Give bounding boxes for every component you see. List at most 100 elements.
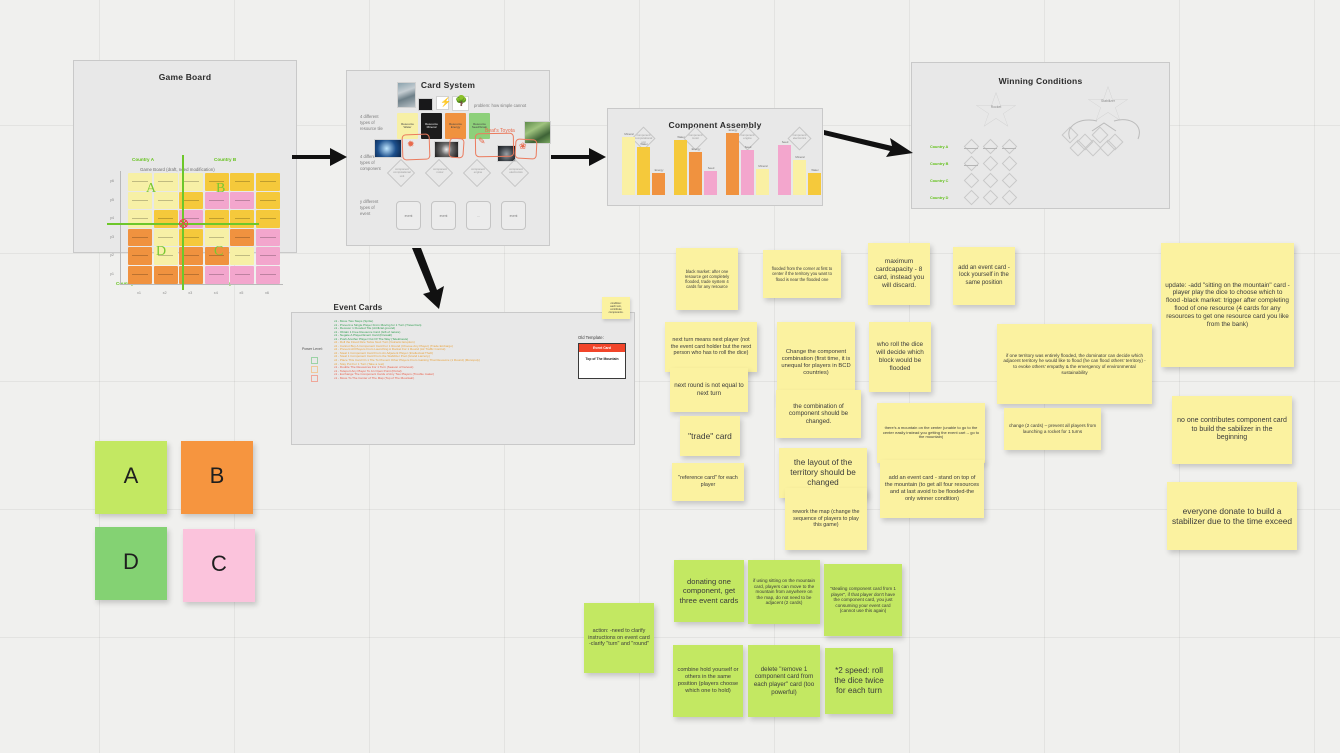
winning-condition-slot[interactable]: [982, 172, 999, 189]
winning-condition-slot[interactable]: [982, 189, 999, 206]
game-board-tile[interactable]: [128, 247, 152, 265]
game-board-tile[interactable]: [230, 173, 255, 191]
sticky-note[interactable]: "trade" card: [680, 416, 740, 456]
letter-note-b[interactable]: B: [181, 441, 253, 514]
game-board-x-tick: x2: [162, 291, 167, 295]
sticky-note[interactable]: if one territory was entirely flooded, t…: [997, 324, 1152, 404]
sticky-note[interactable]: *2 speed: roll the dice twice for each t…: [825, 648, 893, 714]
frame-event-cards[interactable]: Power Level: x1 - Move Two Steps (Sprite…: [291, 312, 635, 445]
assembly-resource-bar-label: Mineral: [624, 132, 634, 136]
game-board-tile[interactable]: [256, 228, 280, 247]
game-board-y-tick: y5: [110, 197, 115, 202]
winning-condition-country-label: Country D: [930, 196, 949, 200]
game-board-country-b: Country B: [214, 157, 237, 162]
sticky-note[interactable]: the combination of component should be c…: [776, 390, 861, 438]
sticky-note[interactable]: maximum cardcapacity - 8 card, instead y…: [868, 243, 930, 305]
sticky-note[interactable]: "reference card" for each player: [672, 463, 744, 501]
assembly-resource-bar: [726, 133, 739, 195]
card-system-event-card[interactable]: ...: [466, 201, 491, 230]
game-board-x-tick: x1: [137, 291, 142, 295]
assembly-resource-bar-label: Mineral: [758, 164, 768, 168]
game-board-tile[interactable]: [256, 210, 280, 228]
frame-game-board[interactable]: Game Board Country A Country B Country C…: [73, 60, 297, 295]
winning-condition-slot[interactable]: [982, 138, 999, 155]
game-board-tile[interactable]: [153, 266, 178, 284]
game-board-tile[interactable]: [230, 228, 255, 247]
game-board-tile[interactable]: [230, 266, 255, 284]
assembly-resource-bar-label: Water: [640, 142, 648, 146]
sticky-note[interactable]: black market: after one resource get com…: [676, 248, 738, 310]
winning-condition-slot[interactable]: [1001, 138, 1018, 155]
game-board-tile[interactable]: [128, 266, 152, 284]
sketch-scribble-2: ✎: [478, 136, 486, 146]
game-board-tile[interactable]: [230, 191, 255, 210]
game-board-y-tick: y6: [110, 179, 115, 183]
assembly-resource-bar-label: Energy: [691, 147, 701, 151]
sticky-note[interactable]: update: -add "sitting on the mountain" c…: [1161, 243, 1294, 367]
resource-tile-label: Resource Mineral: [425, 121, 438, 130]
sketch-scribble-1: ✹: [407, 139, 415, 149]
sticky-note[interactable]: if using sitting on the mountain card, p…: [748, 560, 820, 624]
game-board-tile[interactable]: [204, 266, 229, 284]
sticky-note[interactable]: add an event card - lock yourself in the…: [953, 247, 1015, 305]
power-level-box-red: [311, 375, 318, 382]
winning-condition-slot[interactable]: [1001, 155, 1018, 172]
winning-condition-slot[interactable]: [1001, 172, 1018, 189]
card-system-resource-tile[interactable]: Resource Energy: [445, 113, 466, 139]
tree-icon: 🌳: [455, 96, 468, 107]
frame-winning-conditions[interactable]: Winning Conditions Rocket Stabilizer Cou…: [911, 62, 1170, 209]
event-cards-old-template-card[interactable]: Event Card Top of The Mountain: [578, 343, 626, 379]
frame-component-assembly[interactable]: Component Assembly component computation…: [607, 108, 823, 206]
sticky-note[interactable]: add an event card - stand on top of the …: [880, 460, 984, 518]
card-system-thumb-stationary: [418, 98, 433, 111]
game-board-center-marker: [179, 219, 188, 228]
winning-condition-slot[interactable]: [963, 155, 980, 172]
letter-note-d[interactable]: D: [95, 527, 167, 600]
winning-condition-slot[interactable]: [963, 138, 980, 155]
sticky-note[interactable]: flooded from the corner at first to cent…: [763, 250, 841, 298]
note-event-condition[interactable]: condition: each turn, contribute compone…: [602, 297, 630, 319]
sticky-note[interactable]: there's a mountain on the center (unable…: [877, 403, 985, 463]
card-system-event-card[interactable]: event: [396, 201, 421, 230]
sticky-note[interactable]: delete "remove 1 component card from eac…: [748, 645, 820, 717]
winning-condition-country-label: Country C: [930, 179, 949, 183]
game-board-tile[interactable]: [128, 210, 152, 228]
letter-note-a[interactable]: A: [95, 441, 167, 514]
game-board-tile[interactable]: [153, 191, 178, 210]
game-board-y-tick: y2: [110, 253, 115, 258]
game-board-tile[interactable]: [256, 173, 280, 191]
game-board-tile[interactable]: [153, 173, 178, 191]
sticky-note[interactable]: action: -need to clarify instructions on…: [584, 603, 654, 673]
sticky-note[interactable]: everyone donate to build a stabilizer du…: [1167, 482, 1297, 550]
game-board-tile[interactable]: [128, 228, 152, 247]
frame-card-system[interactable]: Card System 4 different types of resourc…: [346, 70, 551, 246]
game-board-letter-b: B: [216, 181, 226, 196]
whiteboard-canvas[interactable]: Game Board Country A Country B Country C…: [0, 0, 1340, 753]
sticky-note[interactable]: next round is not equal to next turn: [670, 368, 748, 412]
event-card-line: x1 - Move To The Center of The Map (Top …: [334, 375, 415, 380]
game-board-tile[interactable]: [256, 191, 280, 210]
sticky-note[interactable]: donating one component, get three event …: [674, 560, 744, 622]
sticky-note[interactable]: change (2 cards) – prevent all players f…: [1004, 408, 1101, 450]
letter-note-c[interactable]: C: [183, 529, 255, 602]
game-board-x-tick: x3: [188, 291, 193, 295]
game-board-tile[interactable]: [230, 247, 255, 265]
sticky-note[interactable]: rework the map (change the sequence of p…: [785, 488, 867, 550]
card-system-event-card[interactable]: event: [501, 201, 526, 230]
game-board-tile[interactable]: [256, 266, 280, 284]
template-card-header: Event Card: [579, 344, 625, 352]
game-board-tile[interactable]: [230, 210, 255, 228]
game-board-tile[interactable]: [153, 210, 178, 228]
sticky-note[interactable]: who roll the dice will decide which bloc…: [869, 322, 931, 392]
sticky-note[interactable]: combine hold yourself or others in the s…: [673, 645, 743, 717]
sticky-note[interactable]: "stealing component card from 1 player",…: [824, 564, 902, 636]
card-system-event-card[interactable]: event: [431, 201, 456, 230]
sticky-note[interactable]: no one contributes component card to bui…: [1172, 396, 1292, 464]
game-board-tile[interactable]: [204, 210, 229, 228]
winning-condition-slot[interactable]: [963, 189, 980, 206]
winning-condition-slot[interactable]: [982, 155, 999, 172]
game-board-tile[interactable]: [256, 247, 280, 265]
sticky-note[interactable]: next turn means next player (not the eve…: [665, 322, 757, 372]
winning-condition-slot[interactable]: [1001, 189, 1018, 206]
winning-condition-slot[interactable]: [963, 172, 980, 189]
